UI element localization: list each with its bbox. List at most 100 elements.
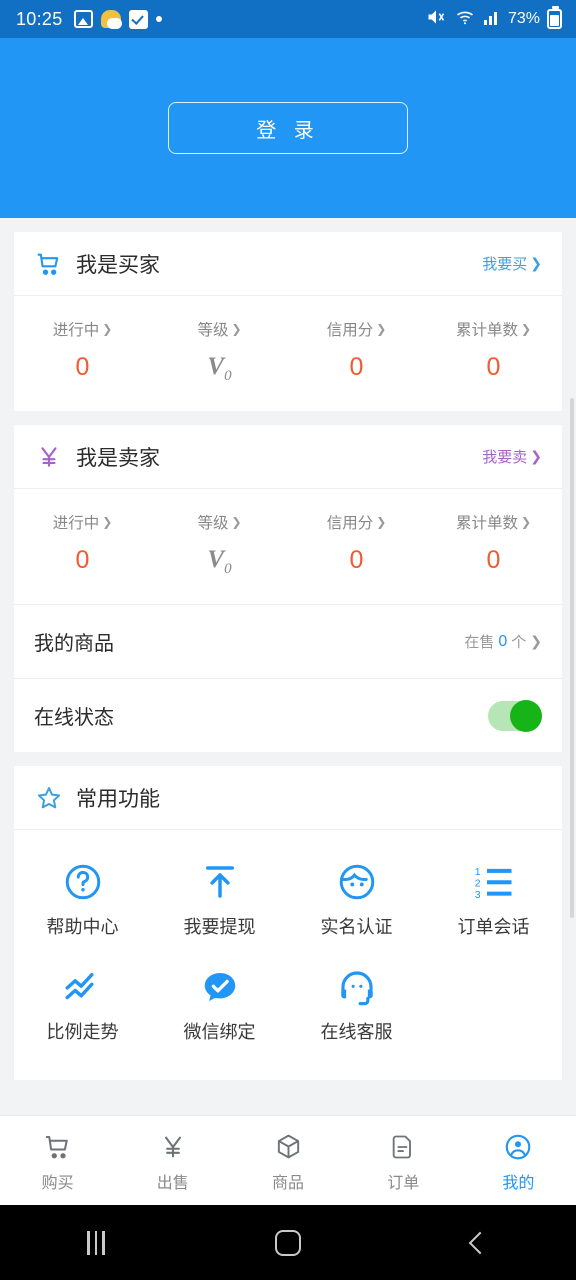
tab-label: 出售 (156, 1174, 189, 1192)
stat-label-wrap: 等级 ❯ (197, 511, 241, 533)
tab-mine[interactable]: 我的 (461, 1129, 576, 1193)
function-label: 订单会话 (457, 917, 530, 937)
stat-label: 进行中 (52, 515, 100, 532)
battery-icon (547, 6, 562, 29)
stat-label: 累计单数 (455, 322, 518, 339)
home-button[interactable] (192, 1229, 384, 1256)
stat-item[interactable]: 信用分 ❯ 0 (288, 511, 425, 578)
level-letter: V (207, 546, 225, 573)
my-products-row[interactable]: 我的商品 在售 0 个 ❯ (14, 604, 562, 678)
chevron-right-icon: ❯ (520, 322, 532, 336)
seller-card: 我是卖家 我要卖 ❯ 进行中 ❯ 0 等级 ❯ V0 信用分 ❯ 0 累计单数 … (14, 425, 562, 752)
level-number: 0 (224, 561, 232, 577)
stat-label-wrap: 累计单数 ❯ (456, 511, 531, 533)
stat-label: 等级 (197, 515, 229, 532)
star-icon (34, 784, 64, 812)
stat-item[interactable]: 进行中 ❯ 0 (14, 511, 151, 578)
chevron-right-icon: ❯ (376, 322, 387, 336)
chevron-right-icon: ❯ (231, 322, 242, 336)
function-realname-auth[interactable]: 实名认证 (288, 848, 425, 953)
svg-text:2: 2 (474, 877, 480, 889)
functions-card-header: 常用功能 (14, 766, 562, 830)
buyer-action-link[interactable]: 我要买 ❯ (482, 253, 542, 274)
signal-icon (483, 8, 501, 31)
numbered-list-icon: 1 2 3 (425, 860, 562, 904)
on-sale-prefix: 在售 (464, 634, 495, 651)
function-label: 实名认证 (320, 917, 393, 937)
wifi-icon (454, 7, 476, 32)
seller-action-link[interactable]: 我要卖 ❯ (482, 446, 542, 467)
seller-card-header: 我是卖家 我要卖 ❯ (14, 425, 562, 489)
svg-text:1: 1 (474, 866, 480, 878)
online-status-right (488, 699, 542, 732)
mute-icon (425, 7, 447, 32)
function-online-service[interactable]: 在线客服 (288, 953, 425, 1058)
function-ratio-trend[interactable]: 比例走势 (14, 953, 151, 1058)
tab-orders[interactable]: 订单 (346, 1129, 461, 1193)
back-button[interactable] (384, 1231, 576, 1254)
buyer-action-label: 我要买 (482, 256, 528, 273)
seller-stats: 进行中 ❯ 0 等级 ❯ V0 信用分 ❯ 0 累计单数 ❯ 0 (14, 489, 562, 604)
function-label: 在线客服 (320, 1022, 393, 1042)
stat-item[interactable]: 进行中 ❯ 0 (14, 318, 151, 385)
chevron-right-icon: ❯ (530, 448, 542, 465)
online-status-toggle[interactable] (488, 699, 542, 732)
recents-icon (87, 1230, 105, 1255)
chevron-right-icon: ❯ (530, 633, 542, 650)
my-products-right: 在售 0 个 ❯ (464, 631, 542, 652)
function-label: 比例走势 (46, 1022, 119, 1042)
stat-value: V0 (151, 353, 288, 385)
stat-item[interactable]: 等级 ❯ V0 (151, 511, 288, 578)
functions-card-title: 常用功能 (76, 787, 160, 811)
seller-action-label: 我要卖 (482, 449, 528, 466)
stat-value: 0 (75, 353, 90, 381)
profile-header: 登 录 (0, 38, 576, 218)
function-wechat-bind[interactable]: 微信绑定 (151, 953, 288, 1058)
stat-label-wrap: 等级 ❯ (197, 318, 241, 340)
chevron-right-icon: ❯ (376, 515, 387, 529)
chevron-right-icon: ❯ (102, 322, 113, 336)
stat-label-wrap: 信用分 ❯ (327, 318, 387, 340)
tab-buy[interactable]: 购买 (0, 1129, 115, 1193)
scroll-container[interactable]: 我是买家 我要买 ❯ 进行中 ❯ 0 等级 ❯ V0 信用分 ❯ 0 累计单数 … (0, 218, 576, 1115)
stat-label: 信用分 (326, 515, 374, 532)
stat-label: 信用分 (326, 322, 374, 339)
stat-item[interactable]: 信用分 ❯ 0 (288, 318, 425, 385)
recents-button[interactable] (0, 1230, 192, 1255)
weather-icon (100, 10, 122, 29)
stat-item[interactable]: 累计单数 ❯ 0 (425, 318, 562, 385)
function-help-center[interactable]: 帮助中心 (14, 848, 151, 953)
status-bar-right: 73% (425, 6, 562, 32)
function-label: 我要提现 (183, 917, 256, 937)
stat-value: 0 (486, 546, 501, 574)
my-products-label: 我的商品 (34, 633, 114, 655)
bottom-tabbar: 购买 出售 商品 订单 我的 (0, 1115, 576, 1205)
online-status-row[interactable]: 在线状态 (14, 678, 562, 752)
stat-label-wrap: 进行中 ❯ (53, 318, 113, 340)
task-icon (128, 9, 148, 29)
functions-grid: 帮助中心 我要提现 实名认证 1 2 3 订单会话 比例走势 微信绑定 在线客服 (14, 830, 562, 1080)
tab-sell[interactable]: 出售 (115, 1129, 230, 1193)
chevron-right-icon: ❯ (530, 255, 542, 272)
function-withdraw[interactable]: 我要提现 (151, 848, 288, 953)
document-icon (346, 1129, 461, 1165)
tab-products[interactable]: 商品 (230, 1129, 345, 1193)
dot-icon (155, 16, 162, 22)
yen-icon (115, 1129, 230, 1165)
function-label: 帮助中心 (46, 917, 119, 937)
stat-label-wrap: 信用分 ❯ (327, 511, 387, 533)
on-sale-suffix: 个 (511, 634, 527, 651)
face-id-icon (288, 860, 425, 904)
scrollbar[interactable] (570, 398, 574, 918)
function-order-chat[interactable]: 1 2 3 订单会话 (425, 848, 562, 953)
level-letter: V (207, 353, 225, 380)
stat-item[interactable]: 累计单数 ❯ 0 (425, 511, 562, 578)
level-number: 0 (224, 368, 232, 384)
wechat-check-icon (151, 965, 288, 1009)
login-button[interactable]: 登 录 (168, 102, 408, 154)
stat-item[interactable]: 等级 ❯ V0 (151, 318, 288, 385)
back-icon (468, 1231, 492, 1254)
on-sale-count: 0 (498, 632, 508, 650)
stat-label-wrap: 进行中 ❯ (53, 511, 113, 533)
status-time: 10:25 (16, 8, 63, 29)
